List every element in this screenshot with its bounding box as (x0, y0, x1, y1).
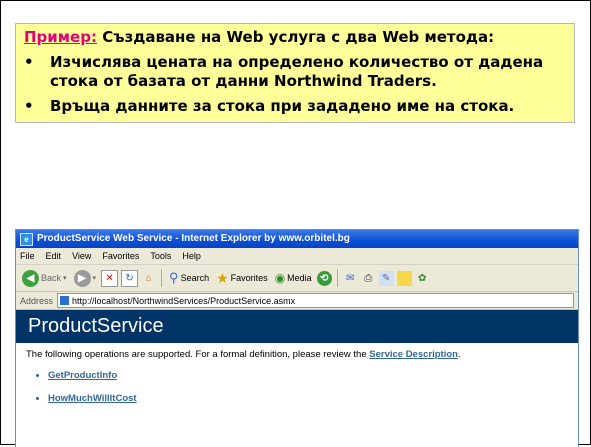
back-arrow-icon: ◀ (22, 269, 39, 287)
bullet-glyph: • (24, 53, 34, 71)
bullet-item: • Връща данните за стока при зададено име… (24, 97, 566, 116)
operation-link-getproductinfo[interactable]: GetProductInfo (48, 370, 117, 381)
ops-text: The following operations are supported. … (26, 349, 370, 360)
mail-icon[interactable]: ✉ (343, 271, 358, 286)
back-label: Back (41, 273, 62, 283)
menu-file[interactable]: File (20, 248, 35, 264)
star-icon: ★ (216, 269, 229, 286)
address-input[interactable]: http://localhost/NorthwindServices/Produ… (57, 293, 574, 308)
home-icon[interactable]: ⌂ (141, 271, 156, 286)
history-icon[interactable]: ⟲ (316, 270, 332, 286)
bullet-item: • Изчислява цената на определено количест… (24, 53, 566, 91)
service-description-link[interactable]: Service Description (369, 349, 458, 360)
toolbar-divider (336, 269, 338, 287)
forward-button[interactable]: ▶ ▾ (72, 269, 99, 287)
chevron-down-icon: ▾ (92, 275, 97, 282)
bullet-glyph: • (24, 97, 34, 115)
chevron-down-icon: ▾ (63, 275, 67, 282)
address-label: Address (20, 295, 54, 306)
menu-view[interactable]: View (72, 248, 91, 264)
media-label: Media (287, 273, 312, 283)
page-heading: ProductService (28, 315, 164, 337)
operations-intro: The following operations are supported. … (26, 349, 568, 360)
search-icon: ⚲ (169, 270, 179, 285)
media-button[interactable]: ◉ Media (273, 271, 314, 285)
back-button[interactable]: ◀ Back ▾ (20, 269, 69, 287)
menu-favorites[interactable]: Favorites (102, 248, 139, 264)
ops-end: . (457, 349, 461, 360)
caption-title-text: Създаване на Web услуга с два Web метода… (96, 28, 495, 46)
messenger-icon[interactable]: ✿ (415, 271, 430, 286)
example-label: Пример: (24, 28, 97, 46)
menu-tools[interactable]: Tools (150, 248, 171, 264)
page-banner: ProductService (16, 310, 578, 343)
operations-list: GetProductInfo HowMuchWillItCost (26, 370, 568, 404)
favorites-button[interactable]: ★ Favorites (214, 270, 270, 287)
print-icon[interactable]: ⎙ (361, 271, 376, 286)
address-bar: Address http://localhost/NorthwindServic… (16, 292, 578, 310)
browser-window: e ProductService Web Service - Internet … (15, 229, 579, 447)
operation-link-howmuchwillitcost[interactable]: HowMuchWillItCost (48, 393, 137, 404)
menu-help[interactable]: Help (182, 248, 201, 264)
title-bar[interactable]: e ProductService Web Service - Internet … (16, 230, 578, 248)
slide: Пример: Създаване на Web услуга с два We… (0, 0, 591, 447)
bullet-text: Изчислява цената на определено количеств… (50, 53, 544, 90)
address-url: http://localhost/NorthwindServices/Produ… (72, 295, 296, 306)
media-icon: ◉ (274, 271, 286, 285)
window-title: ProductService Web Service - Internet Ex… (37, 233, 350, 244)
caption-box: Пример: Създаване на Web услуга с два We… (15, 23, 575, 123)
page-icon (60, 296, 70, 305)
search-label: Search (180, 273, 210, 283)
stop-icon[interactable]: ✕ (101, 269, 119, 287)
discuss-icon[interactable] (396, 270, 412, 286)
menu-bar: File Edit View Favorites Tools Help (16, 248, 578, 265)
forward-arrow-icon: ▶ (73, 269, 91, 287)
edit-icon[interactable]: ✎ (378, 270, 394, 286)
search-button[interactable]: ⚲ Search (167, 270, 211, 286)
list-item: GetProductInfo (48, 370, 568, 381)
ie-logo-icon: e (20, 232, 33, 246)
page-content: The following operations are supported. … (16, 343, 578, 422)
list-item: HowMuchWillItCost (48, 393, 568, 404)
toolbar: ◀ Back ▾ ▶ ▾ ✕ ↻ ⌂ ⚲ Search ★ Favorites … (16, 265, 578, 292)
caption-title: Пример: Създаване на Web услуга с два We… (24, 28, 566, 47)
bullet-text: Връща данните за стока при зададено име … (50, 97, 515, 115)
toolbar-divider (161, 269, 163, 287)
menu-edit[interactable]: Edit (46, 248, 62, 264)
favorites-label: Favorites (230, 273, 268, 283)
refresh-icon[interactable]: ↻ (121, 269, 139, 287)
